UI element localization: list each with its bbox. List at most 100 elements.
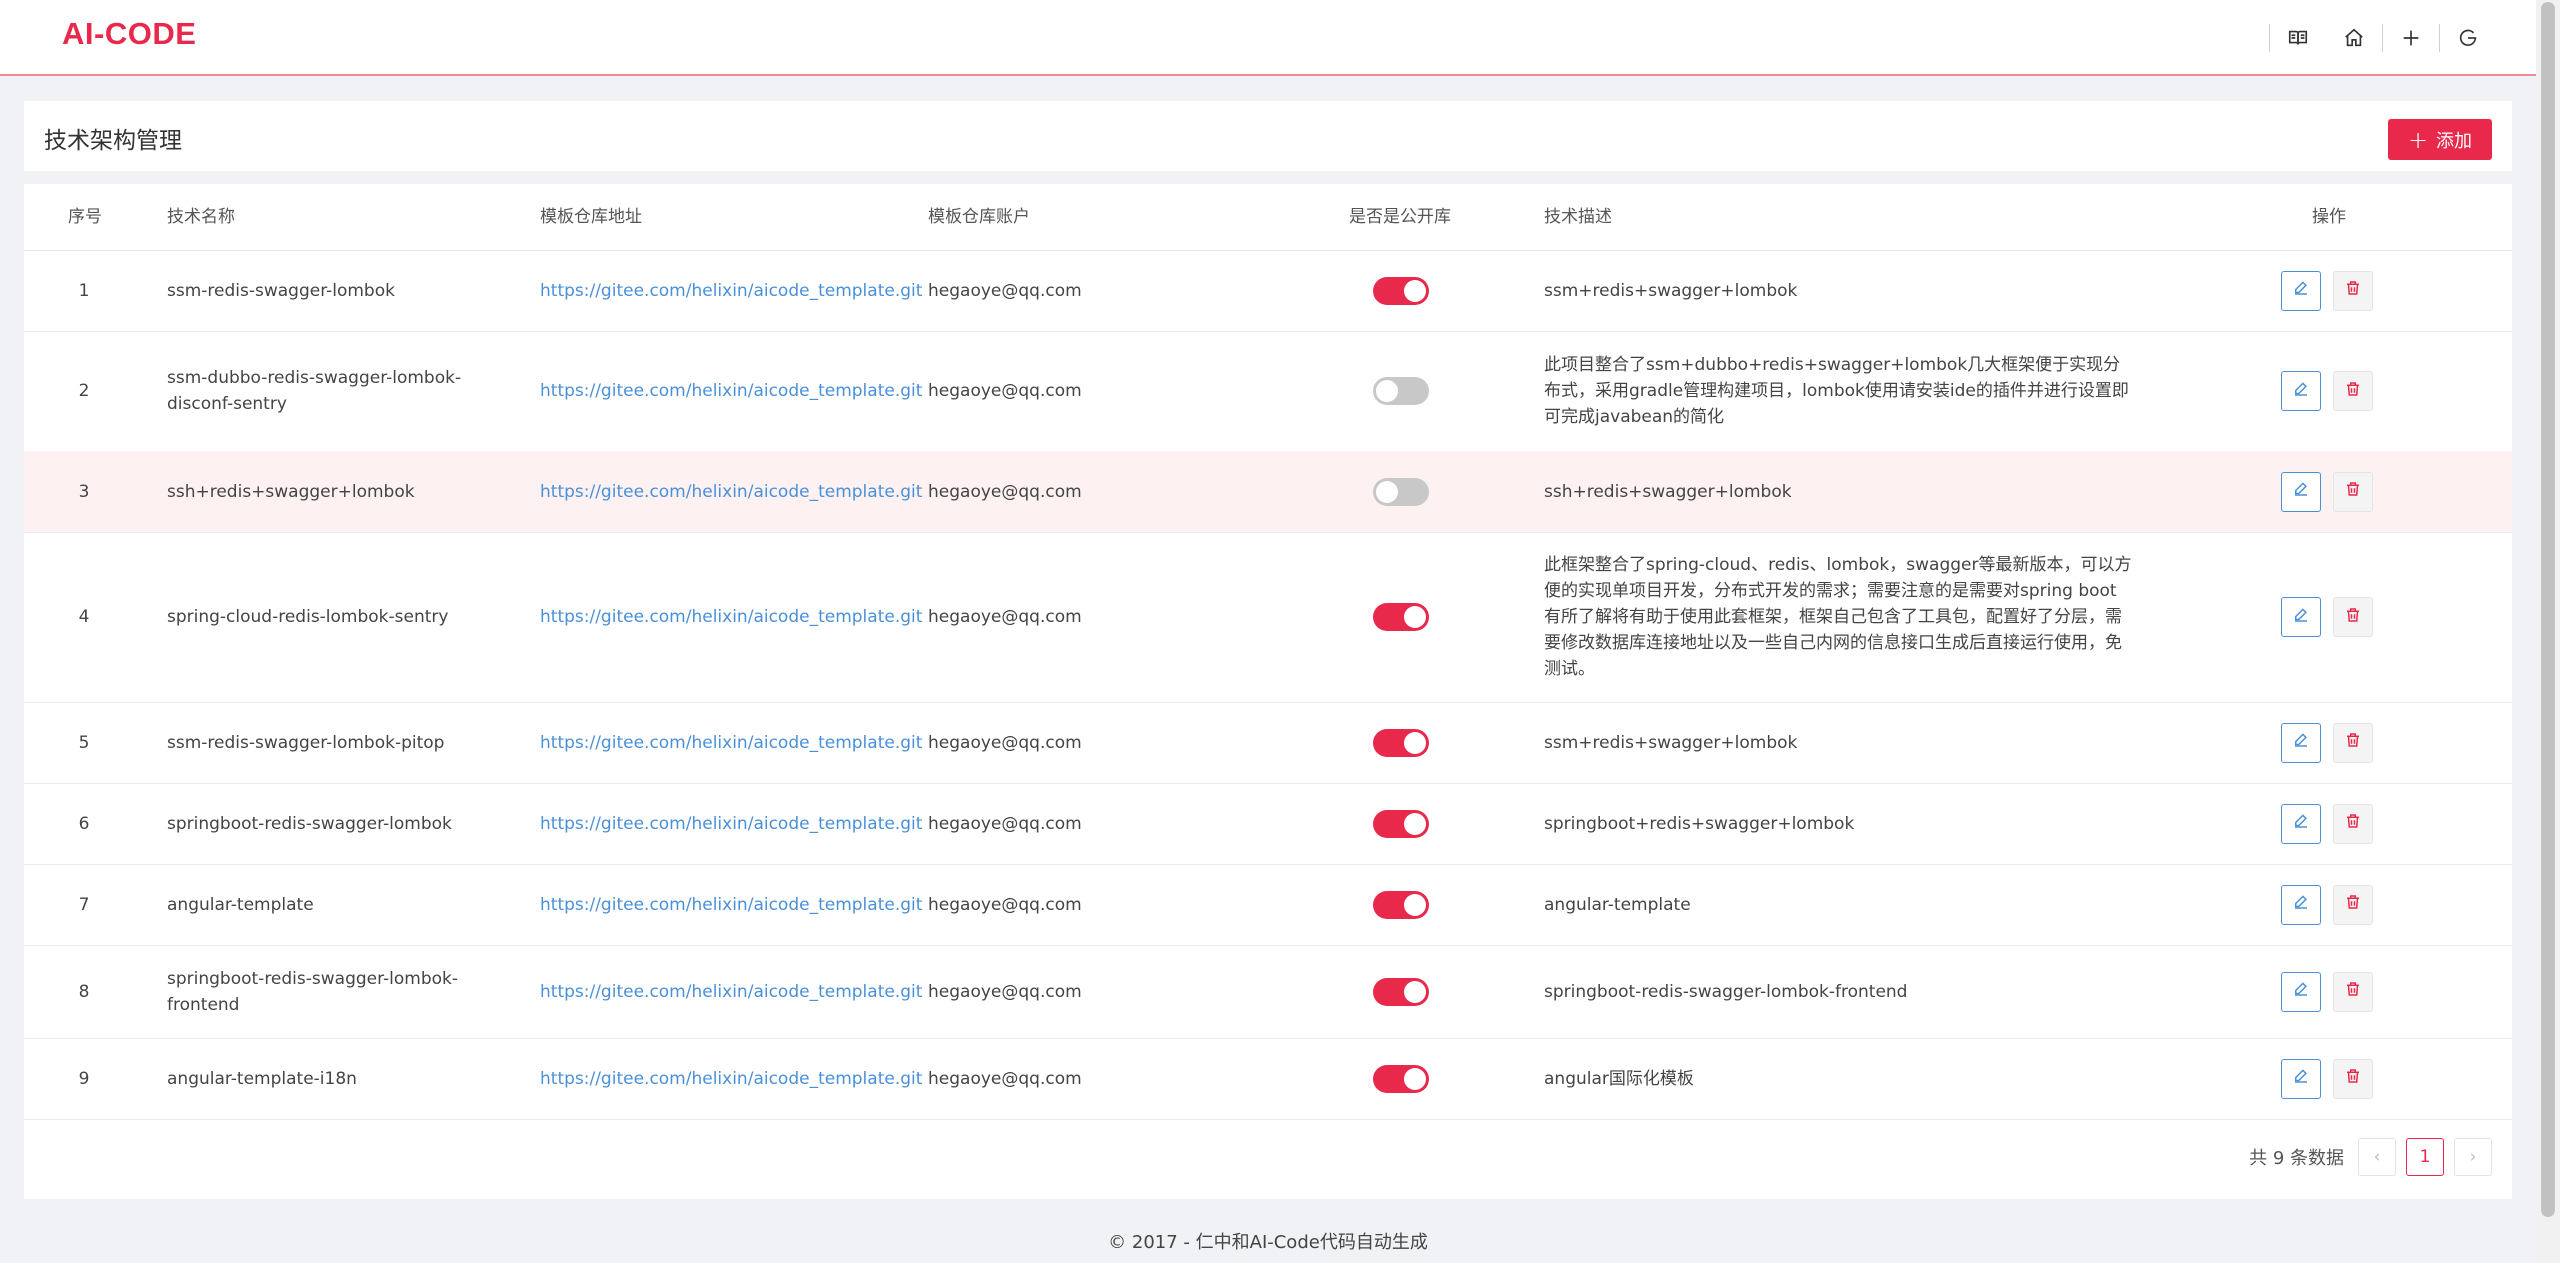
toggle-knob (1404, 606, 1426, 628)
repo-url-link[interactable]: https://gitee.com/helixin/aicode_templat… (540, 1038, 922, 1119)
tech-name: springboot-redis-swagger-lombok (167, 813, 452, 834)
delete-button[interactable] (2333, 884, 2373, 925)
row-index: 9 (78, 1068, 90, 1089)
header-actions (2269, 18, 2496, 58)
action-group (2281, 803, 2373, 844)
row-actions (2281, 864, 2391, 945)
tech-description: angular-template (1544, 894, 1691, 915)
action-group (2281, 371, 2373, 411)
repo-url-link[interactable]: https://gitee.com/helixin/aicode_templat… (540, 451, 922, 532)
edit-button[interactable] (2281, 270, 2321, 311)
public-toggle[interactable] (1373, 1064, 1429, 1093)
repo-account: hegaoye@qq.com (928, 280, 1082, 301)
delete-button[interactable] (2333, 471, 2373, 512)
column-header-index: 序号 (68, 207, 102, 227)
row-actions (2281, 1038, 2391, 1119)
trash-icon (2344, 893, 2362, 916)
action-group (2281, 884, 2373, 925)
plus-icon: + (2407, 125, 2429, 154)
tech-name: spring-cloud-redis-lombok-sentry (167, 607, 449, 627)
repo-url-link[interactable]: https://gitee.com/helixin/aicode_templat… (540, 331, 922, 451)
tech-name: angular-template (167, 894, 314, 915)
page-title: 技术架构管理 (44, 128, 182, 154)
column-header-repo-url: 模板仓库地址 (540, 207, 642, 227)
home-icon[interactable] (2326, 18, 2382, 58)
app-logo[interactable]: AI-CODE (62, 16, 196, 52)
row-actions (2281, 331, 2391, 451)
public-toggle[interactable] (1373, 890, 1429, 919)
repo-url-link[interactable]: https://gitee.com/helixin/aicode_templat… (540, 864, 922, 945)
table-header: 序号 技术名称 模板仓库地址 模板仓库账户 是否是公开库 技术描述 操作 (24, 184, 2512, 251)
repo-url-link[interactable]: https://gitee.com/helixin/aicode_templat… (540, 702, 922, 783)
toggle-knob (1404, 731, 1426, 754)
title-bar: 技术架构管理 + 添加 (24, 101, 2512, 171)
edit-button[interactable] (2281, 371, 2321, 411)
public-toggle-cell (1373, 702, 1433, 783)
tech-name: ssh+redis+swagger+lombok (167, 481, 415, 502)
table-row: 6 springboot-redis-swagger-lombok https://… (24, 783, 2512, 865)
trash-icon (2344, 380, 2362, 403)
table-row: 3 ssh+redis+swagger+lombok https://gitee.c… (24, 451, 2512, 533)
scrollbar-thumb[interactable] (2541, 2, 2555, 1217)
column-header-repo-account: 模板仓库账户 (928, 207, 1030, 227)
delete-button[interactable] (2333, 722, 2373, 763)
edit-icon (2292, 812, 2310, 835)
prev-page-button[interactable]: ‹ (2358, 1138, 2396, 1176)
edit-button[interactable] (2281, 722, 2321, 763)
repo-account: hegaoye@qq.com (928, 607, 1082, 627)
repo-url-link[interactable]: https://gitee.com/helixin/aicode_templat… (540, 783, 922, 864)
edit-icon (2292, 380, 2310, 403)
column-header-name: 技术名称 (167, 207, 235, 227)
public-toggle-cell (1373, 250, 1433, 331)
trash-icon (2344, 606, 2362, 629)
public-toggle[interactable] (1373, 977, 1429, 1006)
delete-button[interactable] (2333, 270, 2373, 311)
public-toggle[interactable] (1373, 728, 1429, 757)
edit-button[interactable] (2281, 803, 2321, 844)
tech-description: ssm+redis+swagger+lombok (1544, 732, 1798, 753)
edit-button[interactable] (2281, 1058, 2321, 1099)
public-toggle-cell (1373, 783, 1433, 864)
edit-button[interactable] (2281, 471, 2321, 512)
next-page-button[interactable]: › (2454, 1138, 2492, 1176)
trash-icon (2344, 480, 2362, 503)
public-toggle[interactable] (1373, 603, 1429, 631)
pagination: 共 9 条数据 ‹ 1 › (2249, 1137, 2492, 1177)
trash-icon (2344, 731, 2362, 754)
tech-name: springboot-redis-swagger-lombok-frontend (167, 968, 459, 1015)
edit-button[interactable] (2281, 597, 2321, 637)
delete-button[interactable] (2333, 971, 2373, 1012)
public-toggle[interactable] (1373, 377, 1429, 405)
trash-icon (2344, 1067, 2362, 1090)
top-header: AI-CODE (0, 0, 2536, 76)
public-toggle[interactable] (1373, 809, 1429, 838)
column-header-actions: 操作 (2312, 207, 2346, 227)
delete-button[interactable] (2333, 803, 2373, 844)
add-button[interactable]: + 添加 (2388, 119, 2492, 160)
repo-url-link[interactable]: https://gitee.com/helixin/aicode_templat… (540, 250, 922, 331)
delete-button[interactable] (2333, 1058, 2373, 1099)
public-toggle-cell (1373, 1038, 1433, 1119)
page-scrollbar[interactable] (2536, 0, 2560, 1263)
action-group (2281, 471, 2373, 512)
logout-icon[interactable] (2440, 18, 2496, 58)
edit-button[interactable] (2281, 971, 2321, 1012)
page-number-button[interactable]: 1 (2406, 1138, 2444, 1176)
delete-button[interactable] (2333, 371, 2373, 411)
table-row: 5 ssm-redis-swagger-lombok-pitop https://g… (24, 702, 2512, 784)
public-toggle[interactable] (1373, 477, 1429, 506)
public-toggle-cell (1373, 331, 1433, 451)
book-icon[interactable] (2270, 18, 2326, 58)
table-row: 1 ssm-redis-swagger-lombok https://gitee.c… (24, 250, 2512, 332)
delete-button[interactable] (2333, 597, 2373, 637)
repo-url-link[interactable]: https://gitee.com/helixin/aicode_templat… (540, 945, 922, 1038)
trash-icon (2344, 279, 2362, 302)
edit-button[interactable] (2281, 884, 2321, 925)
row-index: 7 (78, 894, 90, 915)
repo-url-link[interactable]: https://gitee.com/helixin/aicode_templat… (540, 532, 922, 702)
row-actions (2281, 532, 2391, 702)
public-toggle[interactable] (1373, 276, 1429, 305)
plus-icon[interactable] (2383, 18, 2439, 58)
action-group (2281, 722, 2373, 763)
row-index: 8 (78, 981, 90, 1002)
